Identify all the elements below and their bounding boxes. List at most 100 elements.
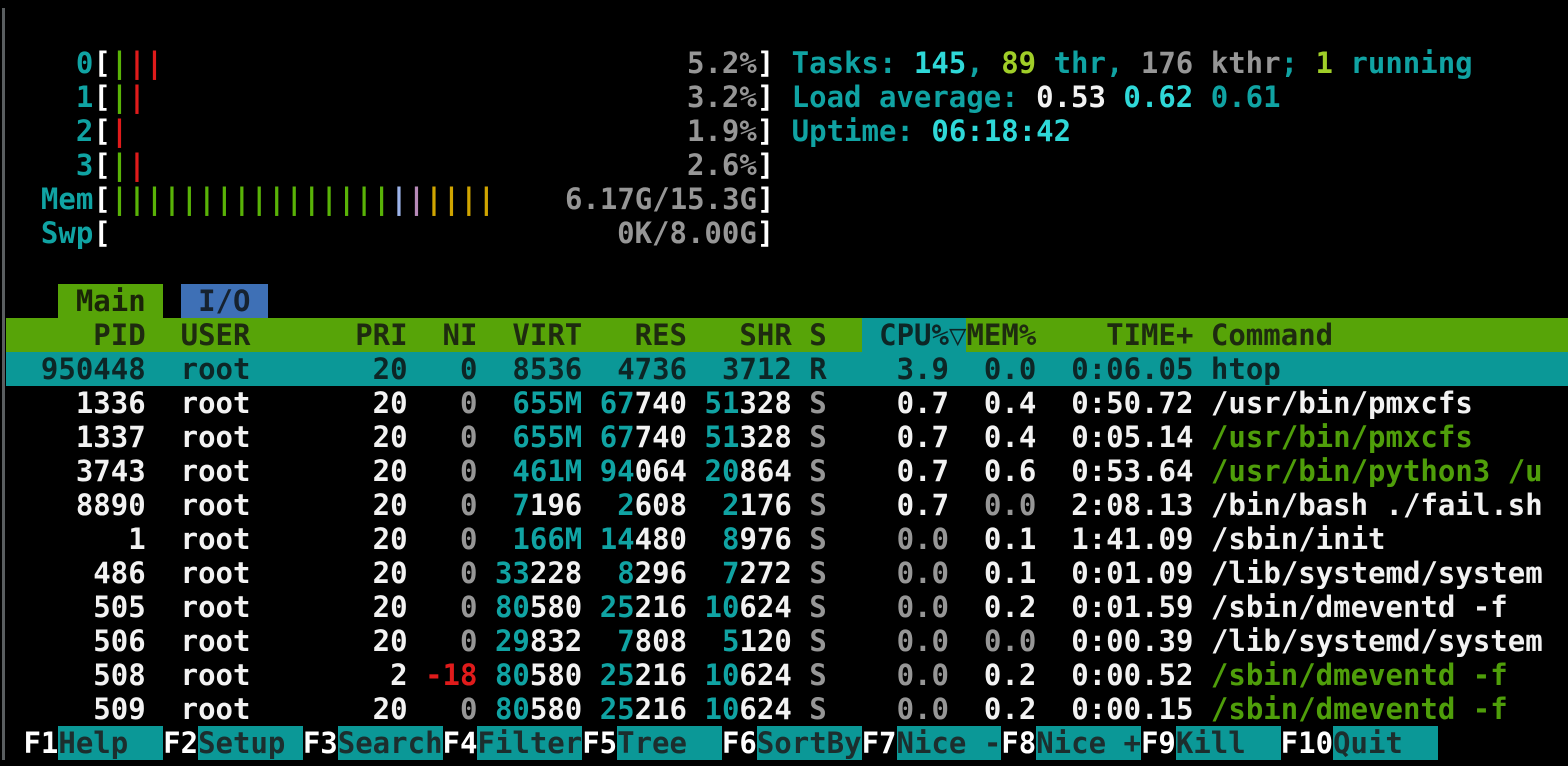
cell-value: 216 bbox=[635, 590, 687, 624]
fnkey-f2-setup[interactable]: F2Setup bbox=[163, 726, 303, 760]
cell-pid: 1 bbox=[6, 522, 146, 556]
tab-io[interactable]: I/O bbox=[181, 284, 268, 318]
cell-ni: -18 bbox=[425, 658, 477, 692]
fnkey-key-label: F10 bbox=[1281, 726, 1333, 760]
process-row-1336[interactable]: 1336 root 20 0 655M 67740 51328 S 0.7 0.… bbox=[6, 386, 1473, 420]
cell-time: 0:00.15 bbox=[1071, 692, 1193, 726]
fnkey-f5-tree[interactable]: F5Tree bbox=[582, 726, 722, 760]
cell-pri: 20 bbox=[355, 522, 407, 556]
cell-command: /sbin/dmeventd -f bbox=[1211, 658, 1508, 692]
meter-bar-green: | bbox=[111, 148, 128, 182]
cell-state: S bbox=[809, 692, 826, 726]
cpu-meter-0: 0[||| 5.2%] bbox=[6, 46, 774, 80]
fnkey-f4-filter[interactable]: F4Filter bbox=[443, 726, 583, 760]
uptime: Uptime: 06:18:42 bbox=[792, 114, 1071, 148]
column-header-user[interactable]: USER bbox=[181, 318, 356, 352]
tasks-summary-segment: 89 bbox=[1001, 46, 1036, 80]
meter-label: 0 bbox=[6, 46, 93, 80]
column-header-command[interactable]: Command bbox=[1211, 318, 1568, 352]
cell-value-mb: 7 bbox=[722, 556, 739, 590]
fnkey-action-label: Search bbox=[338, 726, 443, 760]
tab-main[interactable]: Main bbox=[58, 284, 163, 318]
sort-descending-icon: ▽ bbox=[949, 318, 966, 352]
process-row-506[interactable]: 506 root 20 0 29832 7808 5120 S 0.0 0.0 … bbox=[6, 624, 1543, 658]
cell-cpu: 0.7 bbox=[879, 386, 949, 420]
fnkey-action-label: Setup bbox=[198, 726, 303, 760]
cell-pri: 20 bbox=[355, 386, 407, 420]
cell-value-mb: 655M bbox=[512, 386, 582, 420]
cell-time: 0:01.59 bbox=[1071, 590, 1193, 624]
column-header-res[interactable]: RES bbox=[600, 318, 687, 352]
process-row-1[interactable]: 1 root 20 0 166M 14480 8976 S 0.0 0.1 1:… bbox=[6, 522, 1386, 556]
tasks-summary-segment: 1 bbox=[1316, 46, 1333, 80]
column-header-virt[interactable]: VIRT bbox=[495, 318, 582, 352]
tasks-summary-segment: 176 kthr bbox=[1141, 46, 1281, 80]
cpu-meter-1: 1[|| 3.2%] bbox=[6, 80, 774, 114]
cell-command: /sbin/init bbox=[1211, 522, 1386, 556]
meter-label: Mem bbox=[6, 182, 93, 216]
column-header-time[interactable]: TIME+ bbox=[1071, 318, 1193, 352]
column-header-pid[interactable]: PID bbox=[6, 318, 146, 352]
meter-bar-green: | bbox=[216, 182, 233, 216]
cell-value-mb: 655M bbox=[512, 420, 582, 454]
cell-pid: 1336 bbox=[6, 386, 146, 420]
meter-bar-green: | bbox=[320, 182, 337, 216]
meter-value: 3.2% bbox=[687, 80, 757, 114]
column-header-ni[interactable]: NI bbox=[425, 318, 477, 352]
fnkey-f6-sortby[interactable]: F6SortBy bbox=[722, 726, 862, 760]
cell-value-mb: 2 bbox=[722, 488, 739, 522]
process-row-3743[interactable]: 3743 root 20 0 461M 94064 20864 S 0.7 0.… bbox=[6, 454, 1543, 488]
cell-state: S bbox=[809, 386, 826, 420]
column-header-mem[interactable]: MEM% bbox=[966, 318, 1036, 352]
meter-bar-green: | bbox=[146, 182, 163, 216]
fnkey-key-label: F4 bbox=[443, 726, 478, 760]
cell-pri: 20 bbox=[355, 624, 407, 658]
meter-bar-blue: | bbox=[390, 182, 407, 216]
cell-pri: 20 bbox=[355, 488, 407, 522]
fnkey-f7-nice[interactable]: F7Nice - bbox=[862, 726, 1002, 760]
fnkey-key-label: F8 bbox=[1001, 726, 1036, 760]
process-row-508[interactable]: 508 root 2 -18 80580 25216 10624 S 0.0 0… bbox=[6, 658, 1508, 692]
fnkey-f9-kill[interactable]: F9Kill bbox=[1141, 726, 1281, 760]
cell-mem: 0.4 bbox=[966, 420, 1036, 454]
meter-bar-red: | bbox=[146, 46, 163, 80]
cell-state: S bbox=[809, 522, 826, 556]
process-row-486[interactable]: 486 root 20 0 33228 8296 7272 S 0.0 0.1 … bbox=[6, 556, 1543, 590]
cell-value-mb: 67 bbox=[600, 420, 635, 454]
cell-command: /sbin/dmeventd -f bbox=[1211, 590, 1508, 624]
meter-bar-green: | bbox=[198, 182, 215, 216]
fnkey-f10-quit[interactable]: F10Quit bbox=[1281, 726, 1438, 760]
cell-value: 328 bbox=[739, 386, 791, 420]
process-row-509[interactable]: 509 root 20 0 80580 25216 10624 S 0.0 0.… bbox=[6, 692, 1508, 726]
cell-state: S bbox=[809, 420, 826, 454]
process-row-505[interactable]: 505 root 20 0 80580 25216 10624 S 0.0 0.… bbox=[6, 590, 1508, 624]
fnkey-key-label: F7 bbox=[862, 726, 897, 760]
column-header-pri[interactable]: PRI bbox=[355, 318, 407, 352]
process-row-1337[interactable]: 1337 root 20 0 655M 67740 51328 S 0.7 0.… bbox=[6, 420, 1473, 454]
cell-pri: 2 bbox=[355, 658, 407, 692]
cell-value: 8536 bbox=[512, 352, 582, 386]
fnkey-action-label: SortBy bbox=[757, 726, 862, 760]
cell-mem: 0.6 bbox=[966, 454, 1036, 488]
column-header-cpu-sorted[interactable]: CPU% bbox=[862, 318, 949, 352]
cell-value: 4736 bbox=[617, 352, 687, 386]
cell-cpu: 0.0 bbox=[879, 590, 949, 624]
meter-bracket-close: ] bbox=[757, 80, 774, 114]
column-header-state[interactable]: S bbox=[809, 318, 826, 352]
fnkey-action-label: Tree bbox=[617, 726, 722, 760]
fnkey-f8-nice[interactable]: F8Nice + bbox=[1001, 726, 1141, 760]
cell-value-mb: 67 bbox=[600, 386, 635, 420]
fnkey-f1-help[interactable]: F1Help bbox=[23, 726, 163, 760]
process-row-8890[interactable]: 8890 root 20 0 7196 2608 2176 S 0.7 0.0 … bbox=[6, 488, 1543, 522]
fnkey-f3-search[interactable]: F3Search bbox=[303, 726, 443, 760]
mem-meter: Mem[|||||||||||||||||||||| 6.17G/15.3G] bbox=[6, 182, 774, 216]
cell-user: root bbox=[181, 658, 356, 692]
cell-mem: 0.4 bbox=[966, 386, 1036, 420]
column-header-shr[interactable]: SHR bbox=[705, 318, 792, 352]
fnkey-action-label: Kill bbox=[1176, 726, 1281, 760]
cell-value: 328 bbox=[739, 420, 791, 454]
cell-value-mb: 14 bbox=[600, 522, 635, 556]
process-row-950448[interactable]: 950448 root 20 0 8536 4736 3712 R 3.9 0.… bbox=[6, 352, 1568, 386]
cell-command: /lib/systemd/system bbox=[1211, 624, 1543, 658]
meter-label: 2 bbox=[6, 114, 93, 148]
